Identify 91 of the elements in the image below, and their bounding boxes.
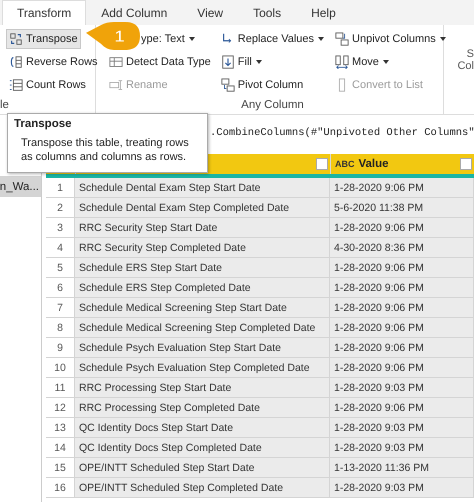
table-cell: 1-28-2020 9:06 PM <box>330 358 474 378</box>
ribbon-command[interactable]: Unpivot Columns <box>332 29 450 49</box>
row-number: 16 <box>46 478 75 498</box>
row-number: 1 <box>46 178 75 198</box>
row-number: 10 <box>46 358 75 378</box>
pivot-column-icon <box>220 78 235 92</box>
table-cell: 1-28-2020 9:06 PM <box>330 298 474 318</box>
ribbon-command[interactable]: Transpose <box>6 29 81 49</box>
ribbon-command[interactable]: Reverse Rows <box>6 52 101 72</box>
formula-text: .CombineColumns(#"Unpivoted Other Columns" <box>210 127 474 139</box>
ribbon-tab[interactable]: Transform <box>2 0 86 25</box>
row-number: 7 <box>46 298 75 318</box>
table-cell: OPE/INTT Scheduled Step Start Date <box>75 458 330 478</box>
query-item[interactable]: n_Wa... <box>0 176 41 197</box>
table-cell: OPE/INTT Scheduled Step Completed Date <box>75 478 330 498</box>
step-callout: 1 <box>86 22 140 50</box>
caret-icon <box>317 35 326 43</box>
column-header[interactable]: ABC Value <box>330 154 474 174</box>
dropdown-icon[interactable] <box>460 158 472 170</box>
row-number: 13 <box>46 418 75 438</box>
table-cell: Schedule Medical Screening Step Completed Date <box>75 318 330 338</box>
group-label: le <box>0 98 10 113</box>
tooltip-description: Transpose this table, treating rows as columns and columns as rows. <box>20 136 190 164</box>
table-cell: Schedule Dental Exam Step Completed Date <box>75 198 330 218</box>
table-cell: 1-28-2020 9:06 PM <box>330 278 474 298</box>
row-number: 2 <box>46 198 75 218</box>
ribbon-tab[interactable]: Help <box>296 0 351 25</box>
unpivot-columns-icon <box>335 32 350 46</box>
text-type-icon: ABC <box>335 159 354 169</box>
ribbon-command[interactable]: Pivot Column <box>218 75 306 95</box>
ribbon-label: Col <box>457 60 474 72</box>
row-number: 14 <box>46 438 75 458</box>
row-number: 15 <box>46 458 75 478</box>
dropdown-icon[interactable] <box>316 158 328 170</box>
table-cell: RRC Security Step Start Date <box>75 218 330 238</box>
table-cell: Schedule Psych Evaluation Step Completed Date <box>75 358 330 378</box>
table-cell: 1-28-2020 9:03 PM <box>330 378 474 398</box>
move-icon <box>335 55 350 69</box>
table-cell: RRC Processing Step Completed Date <box>75 398 330 418</box>
row-number: 12 <box>46 398 75 418</box>
caret-icon <box>438 35 447 43</box>
ribbon-tab[interactable]: Add Column <box>86 0 182 25</box>
row-number: 4 <box>46 238 75 258</box>
table-cell: Schedule Dental Exam Step Start Date <box>75 178 330 198</box>
table-cell: Schedule ERS Step Start Date <box>75 258 330 278</box>
row-number: 3 <box>46 218 75 238</box>
ribbon-tab[interactable]: Tools <box>238 0 296 25</box>
ribbon-tab[interactable]: View <box>182 0 238 25</box>
table-icon <box>109 55 123 69</box>
ribbon-label: S <box>466 48 474 60</box>
row-number: 11 <box>46 378 75 398</box>
caret-icon <box>254 58 263 66</box>
ribbon-command[interactable]: Fill <box>218 52 266 72</box>
table-cell: 1-28-2020 9:06 PM <box>330 178 474 198</box>
table-cell: 1-28-2020 9:06 PM <box>330 338 474 358</box>
table-cell: 1-28-2020 9:06 PM <box>330 318 474 338</box>
ribbon-command[interactable]: Move <box>332 52 393 72</box>
caret-icon <box>188 35 196 43</box>
table-cell: Schedule ERS Step Completed Date <box>75 278 330 298</box>
fill-down-icon <box>220 55 235 69</box>
ribbon-command[interactable]: Detect Data Type <box>106 52 214 72</box>
table-cell: Schedule Medical Screening Step Start Date <box>75 298 330 318</box>
column-title: Value <box>358 158 389 170</box>
table-cell: RRC Security Step Completed Date <box>75 238 330 258</box>
reverse-rows-icon <box>9 55 23 69</box>
table-cell: QC Identity Docs Step Completed Date <box>75 438 330 458</box>
transpose-icon <box>9 32 23 46</box>
row-number: 8 <box>46 318 75 338</box>
table-cell: 1-28-2020 9:03 PM <box>330 418 474 438</box>
row-number: 9 <box>46 338 75 358</box>
table-cell: 4-30-2020 8:36 PM <box>330 238 474 258</box>
table-cell: RRC Processing Step Start Date <box>75 378 330 398</box>
table-cell: 1-28-2020 9:06 PM <box>330 258 474 278</box>
table-cell: 1-28-2020 9:03 PM <box>330 438 474 458</box>
table-cell: 1-13-2020 11:36 PM <box>330 458 474 478</box>
row-number: 6 <box>46 278 75 298</box>
ribbon-command[interactable]: ype: Text <box>138 29 199 49</box>
ribbon-command[interactable]: Replace Values <box>218 29 328 49</box>
table-cell: 1-28-2020 9:03 PM <box>330 478 474 498</box>
rename-icon <box>109 78 123 92</box>
table-cell: Schedule Psych Evaluation Step Start Date <box>75 338 330 358</box>
ribbon-command[interactable]: Count Rows <box>6 75 89 95</box>
tooltip-title: Transpose <box>14 118 73 130</box>
group-label: Any Column <box>240 98 305 113</box>
caret-icon <box>382 58 390 66</box>
count-rows-icon <box>9 78 23 92</box>
table-cell: 1-28-2020 9:06 PM <box>330 218 474 238</box>
table-cell: QC Identity Docs Step Start Date <box>75 418 330 438</box>
table-cell: 5-6-2020 11:38 PM <box>330 198 474 218</box>
row-number: 5 <box>46 258 75 278</box>
table-cell: 1-28-2020 9:06 PM <box>330 398 474 418</box>
